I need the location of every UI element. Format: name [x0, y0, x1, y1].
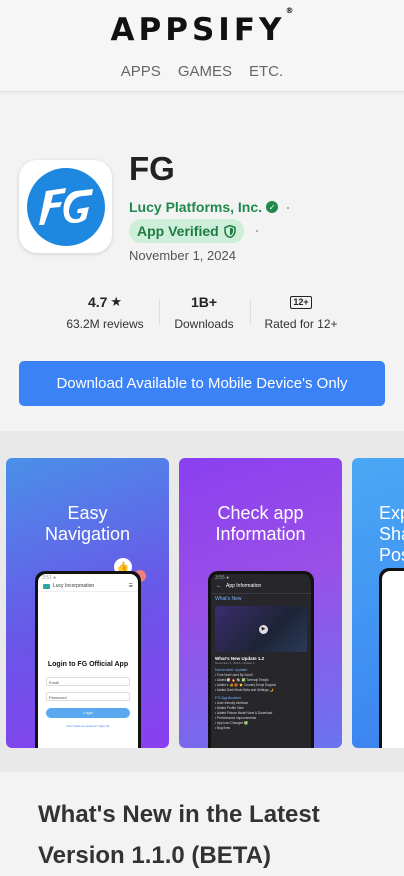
whats-new-label: What's New	[211, 593, 311, 604]
app-verified-badge: App Verified	[129, 219, 244, 243]
phone-mockup	[379, 568, 404, 748]
nav-games[interactable]: GAMES	[178, 63, 232, 80]
menu-icon: ☰	[128, 583, 133, 589]
app-title: FG	[129, 150, 175, 187]
reviews-count: 63.2M reviews	[66, 317, 144, 331]
developer-link[interactable]: Lucy Platforms, Inc. ✓	[129, 199, 279, 215]
screenshot-caption: Exp Sha Pos	[379, 503, 404, 565]
downloads-label: Downloads	[174, 317, 234, 331]
separator-dot	[287, 207, 289, 209]
verified-check-icon: ✓	[266, 201, 279, 213]
rating-value: 4.7	[87, 294, 108, 310]
age-rating-label: Rated for 12+	[264, 317, 338, 331]
screenshot-caption: Easy Navigation	[44, 503, 131, 544]
age-rating-stat: 12+ Rated for 12+	[256, 293, 346, 331]
top-nav: APPS GAMES ETC.	[0, 63, 404, 80]
password-field: Password	[46, 692, 130, 701]
downloads-value: 1B+	[190, 294, 218, 310]
app-logo-icon	[43, 583, 50, 589]
video-preview: ▶	[215, 606, 307, 652]
download-button[interactable]: Download Available to Mobile Device's On…	[19, 361, 385, 406]
login-button: Login	[46, 708, 130, 718]
update-title: What's New Update 1.2	[215, 656, 265, 661]
phone-mockup: 3:51 ● Lucy Incorporation ☰ Login to FG …	[35, 571, 141, 748]
shield-icon	[223, 224, 236, 238]
rating-stat: 4.7 ★ 63.2M reviews	[60, 293, 150, 331]
login-title: Login to FG Official App	[47, 661, 129, 668]
screenshot-card[interactable]: Check app Information 3:55 ● ← App Infor…	[179, 458, 342, 748]
site-header: APPSIFY® APPS GAMES ETC.	[0, 0, 404, 92]
screenshot-card[interactable]: Easy Navigation 👍 3:51 ● Lucy Incorporat…	[6, 458, 169, 748]
app-icon	[19, 160, 112, 253]
age-rating-badge: 12+	[290, 295, 312, 309]
developer-name[interactable]: Lucy Platforms, Inc.	[129, 199, 262, 215]
site-logo[interactable]: APPSIFY®	[0, 6, 404, 48]
signup-link: Don't have an account? Sign Up	[66, 724, 110, 728]
release-date: November 1, 2024	[129, 248, 236, 263]
screenshot-card[interactable]: Exp Sha Pos	[352, 458, 404, 748]
verified-label: App Verified	[137, 223, 219, 239]
back-arrow-icon: ←	[216, 583, 222, 589]
stat-divider	[250, 300, 251, 324]
play-icon: ▶	[259, 625, 268, 634]
screenshot-carousel[interactable]: Easy Navigation 👍 3:51 ● Lucy Incorporat…	[0, 431, 404, 772]
star-icon: ★	[110, 294, 123, 309]
downloads-stat: 1B+ Downloads	[164, 293, 244, 331]
separator-dot	[256, 230, 258, 232]
phone-mockup: 3:55 ● ← App Information What's New ▶ Wh…	[208, 571, 314, 748]
nav-etc[interactable]: ETC.	[249, 63, 283, 80]
fg-logo-icon	[26, 167, 105, 246]
phone-header-title: App Information	[226, 583, 262, 589]
stat-divider	[159, 300, 160, 324]
phone-header-title: Lucy Incorporation	[53, 583, 95, 589]
email-field: Email	[46, 677, 130, 686]
screenshot-caption: Check app Information	[215, 503, 306, 544]
whats-new-heading: What's New in the Latest Version 1.1.0 (…	[38, 801, 320, 869]
nav-apps[interactable]: APPS	[121, 63, 161, 80]
